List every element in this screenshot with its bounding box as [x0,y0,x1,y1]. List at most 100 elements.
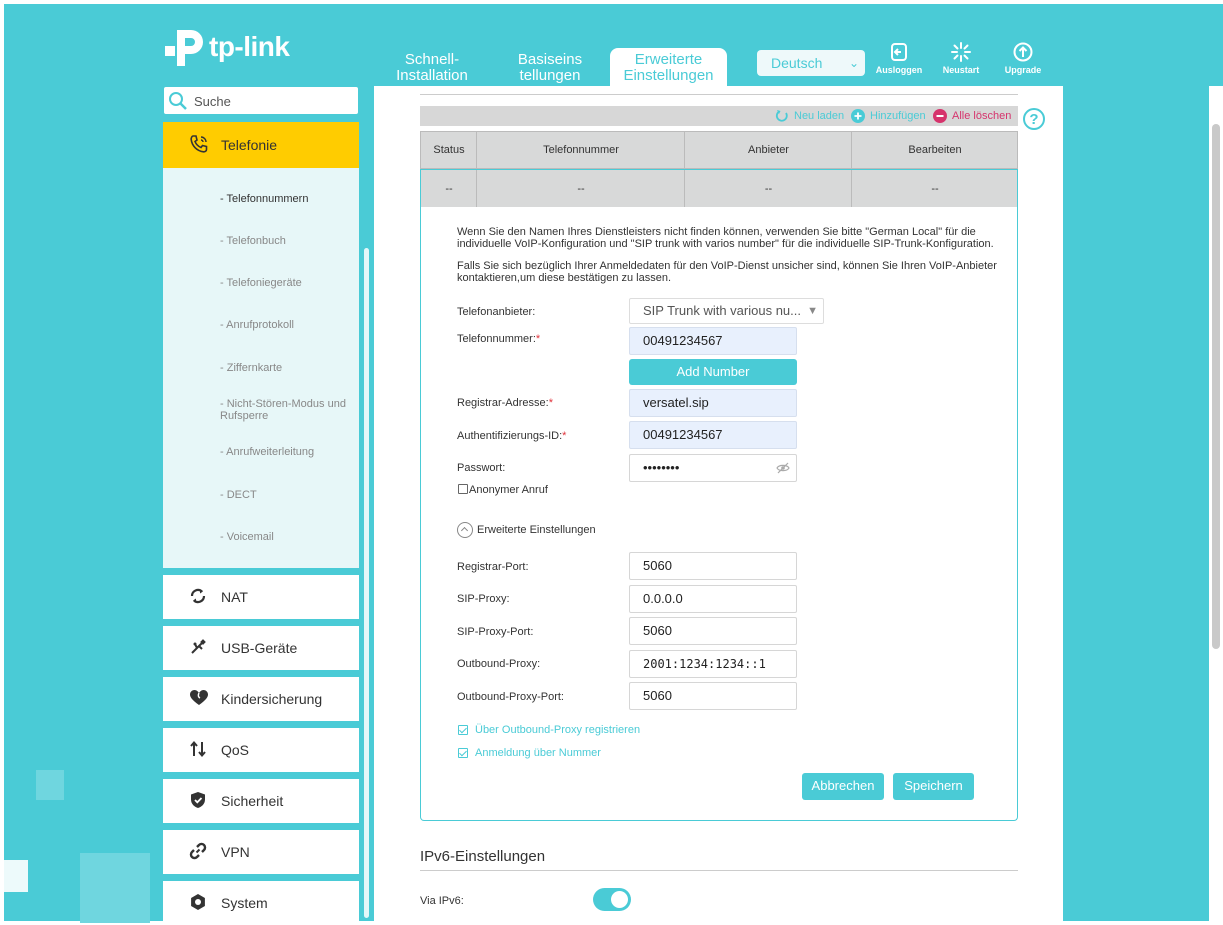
auth-id-input[interactable]: 00491234567 [629,421,797,449]
minus-circle-icon [933,109,947,123]
anonymous-call-checkbox[interactable] [458,484,468,494]
sidebar-item-label: Kindersicherung [221,691,323,707]
search-icon [169,92,187,110]
tab-label: Schnell- [404,51,460,68]
gear-icon [191,894,205,910]
table-header: Status Telefonnummer Anbieter Bearbeiten [420,131,1018,169]
submenu-dial-plan[interactable]: - Ziffernkarte [220,362,350,374]
help-icon[interactable]: ? [1023,108,1045,130]
submenu-phonebook[interactable]: - Telefonbuch [220,235,350,247]
sidebar-item-label: USB-Geräte [221,640,298,656]
save-button[interactable]: Speichern [893,773,974,800]
password-input[interactable]: •••••••• [629,454,797,482]
provider-value: SIP Trunk with various nu... [643,303,801,318]
upgrade-button[interactable]: Upgrade [993,42,1053,75]
main-scrollbar[interactable] [1209,86,1223,925]
tab-quick-setup[interactable]: Schnell- Installation [392,52,472,84]
cancel-button[interactable]: Abbrechen [802,773,884,800]
sidebar-item-telephony[interactable]: Telefonie [163,122,359,168]
sidebar-item-qos[interactable]: QoS [163,728,359,772]
outbound-proxy-port-input[interactable]: 5060 [629,682,797,710]
delete-all-label: Alle löschen [952,110,1012,122]
decor-shape [36,770,64,800]
chevron-down-icon: ⌄ [848,56,859,70]
submenu-phone-numbers[interactable]: - Telefonnummern [220,193,350,205]
eye-slash-icon[interactable] [776,462,790,474]
submenu-phone-devices[interactable]: - Telefoniegeräte [220,277,350,289]
label-text: Authentifizierungs-ID: [457,430,563,442]
registrar-port-input[interactable]: 5060 [629,552,797,580]
required-asterisk: * [548,397,553,409]
submenu-call-forwarding[interactable]: - Anrufweiterleitung [220,446,350,458]
tab-advanced[interactable]: Erweiterte Einstellungen [610,48,727,90]
sidebar-scrollbar[interactable] [364,248,369,918]
column-header-phone-number: Telefonnummer [476,132,685,168]
sidebar-item-system[interactable]: System [163,881,359,925]
search-input[interactable]: Suche [164,87,358,114]
language-select[interactable]: Deutsch ⌄ [757,50,865,76]
form-note: Falls Sie sich bezüglich Ihrer Anmeldeda… [457,260,997,284]
sidebar-item-usb[interactable]: USB-Geräte [163,626,359,670]
logout-button[interactable]: Ausloggen [869,42,929,75]
sip-proxy-label: SIP-Proxy: [457,593,510,605]
link-icon [189,842,207,860]
submenu-voicemail[interactable]: - Voicemail [220,531,350,543]
column-header-status: Status [433,144,465,156]
phone-number-input[interactable]: 00491234567 [629,327,797,355]
sidebar-item-parental-controls[interactable]: Kindersicherung [163,677,359,721]
sidebar-item-vpn[interactable]: VPN [163,830,359,874]
sidebar-item-label: Telefonie [221,137,278,153]
outbound-proxy-input[interactable]: 2001:1234:1234::1 [629,650,797,678]
nat-icon [190,588,206,604]
tab-basic[interactable]: Basiseins tellungen [510,52,590,84]
telephony-submenu: - Telefonnummern - Telefonbuch - Telefon… [163,168,359,568]
form-note: Wenn Sie den Namen Ihres Dienstleisters … [457,226,994,250]
table-toolbar [420,106,1018,126]
submenu-call-log[interactable]: - Anrufprotokoll [220,319,350,331]
tp-link-logo: tp-link [163,26,290,68]
sidebar-item-label: Sicherheit [221,793,284,809]
brand-name: tp-link [209,31,290,62]
table-cell: -- [684,170,852,207]
upgrade-label: Upgrade [1004,65,1042,75]
password-label: Passwort: [457,462,506,474]
submenu-do-not-disturb[interactable]: - Nicht-Stören-Modus und Rufsperre [220,398,350,422]
column-header-edit: Bearbeiten [851,132,1018,168]
sip-proxy-port-input[interactable]: 5060 [629,617,797,645]
outbound-proxy-port-label: Outbound-Proxy-Port: [457,691,564,703]
advanced-settings-toggle[interactable]: Erweiterte Einstellungen [457,522,596,538]
frame-left [0,0,4,925]
add-button[interactable]: Hinzufügen [851,109,926,123]
refresh-button[interactable]: Neu laden [775,109,844,123]
reboot-button[interactable]: Neustart [931,42,991,75]
add-number-button[interactable]: Add Number [629,359,797,385]
tab-label: tellungen [519,67,581,84]
reboot-icon [951,42,971,62]
register-outbound-proxy-checkbox[interactable] [458,725,468,735]
heart-icon [190,690,208,705]
tab-label: Einstellungen [623,67,714,84]
sip-proxy-port-label: SIP-Proxy-Port: [457,626,534,638]
shield-icon [191,792,205,808]
via-ipv6-toggle[interactable] [593,888,631,911]
submenu-dect[interactable]: - DECT [220,489,350,501]
via-ipv6-label: Via IPv6: [420,895,464,907]
registrar-address-input[interactable]: versatel.sip [629,389,797,417]
qos-icon [190,740,206,758]
sidebar-item-security[interactable]: Sicherheit [163,779,359,823]
tab-label: Erweiterte [634,51,703,68]
scrollbar-thumb[interactable] [1212,124,1220,649]
delete-all-button[interactable]: Alle löschen [933,109,1011,123]
table-cell: -- [851,170,1018,207]
sip-proxy-input[interactable]: 0.0.0.0 [629,585,797,613]
chevron-up-icon [457,522,473,538]
provider-select[interactable]: SIP Trunk with various nu... ▼ [629,298,824,324]
registrar-port-label: Registrar-Port: [457,561,529,573]
decor-shape [80,853,150,923]
sidebar-item-nat[interactable]: NAT [163,575,359,619]
login-by-number-checkbox[interactable] [458,748,468,758]
login-by-number-label: Anmeldung über Nummer [475,747,601,759]
table-row[interactable]: -- -- -- -- [420,169,1018,207]
refresh-label: Neu laden [794,110,845,122]
refresh-icon [775,110,788,122]
